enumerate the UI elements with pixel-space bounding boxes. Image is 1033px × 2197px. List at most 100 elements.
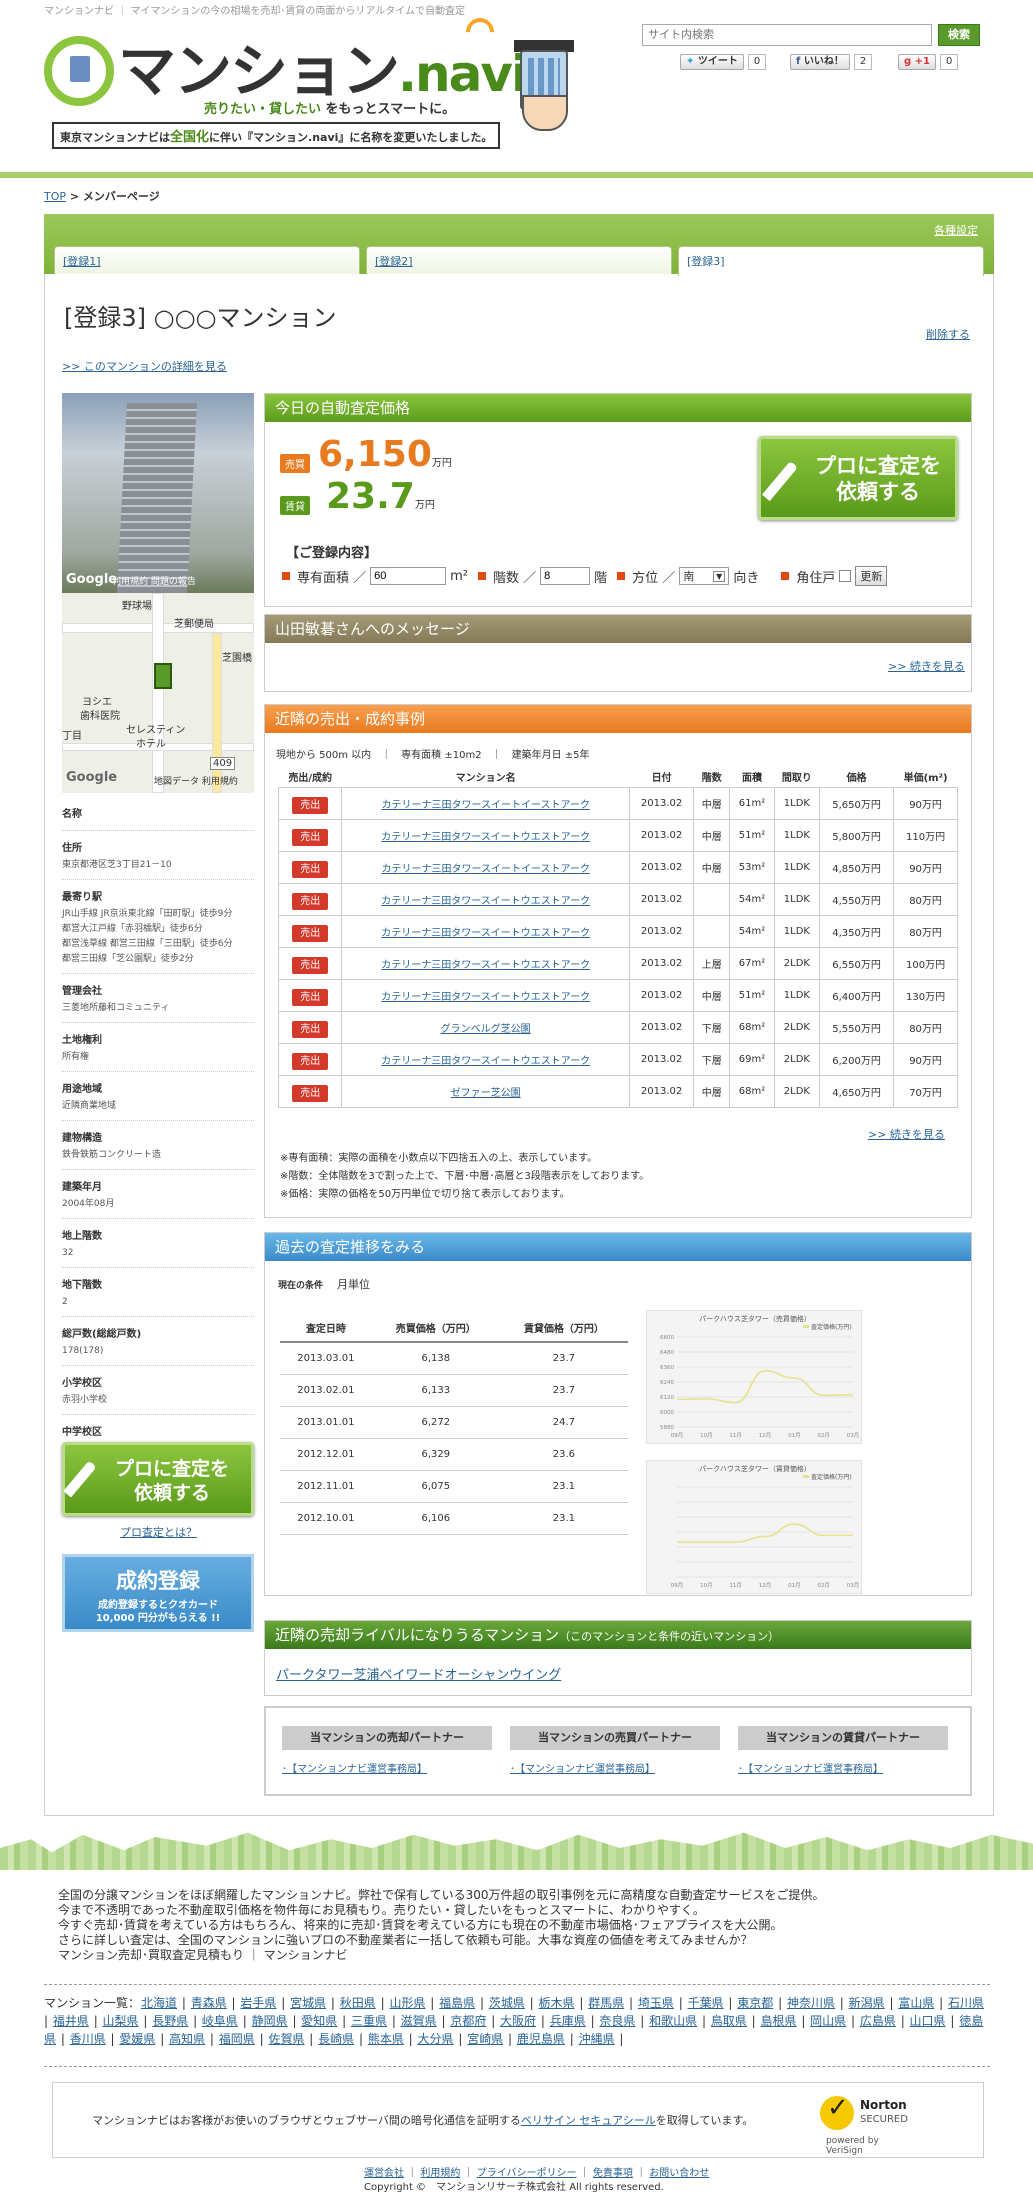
request-pro-appraisal-button[interactable]: プロに査定を 依頼する bbox=[758, 436, 958, 520]
prefecture-link[interactable]: 島根県 bbox=[760, 2014, 796, 2028]
settings-link[interactable]: 各種設定 bbox=[934, 222, 978, 238]
table-row: 売出 グランベルグ芝公園 2013.02 下層 68m² 2LDK 5,550万円 80万円 bbox=[277, 1011, 958, 1044]
prefecture-link[interactable]: 香川県 bbox=[70, 2032, 106, 2046]
prefecture-link[interactable]: 富山県 bbox=[898, 1996, 934, 2010]
partner-link-rent[interactable]: ･【マンションナビ運営事務局】 bbox=[738, 1760, 883, 1775]
prefecture-link[interactable]: 山梨県 bbox=[103, 2014, 139, 2028]
map-label: 歯科医院 bbox=[80, 711, 120, 722]
breadcrumb-top-link[interactable]: TOP bbox=[44, 190, 66, 203]
status-badge: 売出 bbox=[292, 925, 329, 942]
property-link[interactable]: カテリーナ三田タワースイートウエストアーク bbox=[381, 960, 590, 971]
tab-label[interactable]: [登録1] bbox=[63, 255, 101, 268]
tab-registration-2[interactable]: [登録2] bbox=[366, 246, 672, 274]
table-cell: 6,133 bbox=[371, 1374, 500, 1407]
nearby-more-link[interactable]: >> 続きを見る bbox=[868, 1126, 945, 1142]
property-link[interactable]: カテリーナ三田タワースイートウエストアーク bbox=[381, 832, 590, 843]
direction-select[interactable]: 南 ▼ bbox=[679, 567, 730, 585]
prefecture-link[interactable]: 宮城県 bbox=[290, 1996, 326, 2010]
search-input[interactable] bbox=[642, 24, 932, 46]
prefecture-link[interactable]: 兵庫県 bbox=[550, 2014, 586, 2028]
prefecture-link[interactable]: 愛媛県 bbox=[119, 2032, 155, 2046]
prefecture-link[interactable]: 石川県 bbox=[948, 1996, 984, 2010]
gplus-button[interactable]: g +1 bbox=[898, 54, 936, 70]
message-more-link[interactable]: >> 続きを見る bbox=[888, 658, 965, 674]
prefecture-link[interactable]: 福島県 bbox=[439, 1996, 475, 2010]
prefecture-link[interactable]: 新潟県 bbox=[849, 1996, 885, 2010]
tweet-button[interactable]: ✦ ツイート bbox=[680, 54, 744, 70]
update-button[interactable]: 更新 bbox=[855, 566, 888, 586]
prefecture-link[interactable]: 広島県 bbox=[860, 2014, 896, 2028]
prefecture-link[interactable]: 岩手県 bbox=[240, 1996, 276, 2010]
prefecture-link[interactable]: 茨城県 bbox=[489, 1996, 525, 2010]
property-link[interactable]: カテリーナ三田タワースイートウエストアーク bbox=[381, 928, 590, 939]
prefecture-link[interactable]: 三重県 bbox=[351, 2014, 387, 2028]
prefecture-link[interactable]: 福井県 bbox=[53, 2014, 89, 2028]
tab-label: [登録3] bbox=[687, 255, 725, 268]
building-photo[interactable]: Google 利用規約 問題の報告 bbox=[62, 393, 254, 593]
floor-input[interactable] bbox=[540, 567, 591, 585]
property-link[interactable]: ゼファー芝公園 bbox=[451, 1088, 521, 1099]
prefecture-link[interactable]: 福岡県 bbox=[219, 2032, 255, 2046]
norton-seal[interactable]: Norton SECURED powered by VeriSign bbox=[818, 2093, 918, 2156]
prefecture-link[interactable]: 岐阜県 bbox=[202, 2014, 238, 2028]
prefecture-link[interactable]: 岡山県 bbox=[810, 2014, 846, 2028]
prefecture-link[interactable]: 千葉県 bbox=[688, 1996, 724, 2010]
property-link[interactable]: グランベルグ芝公園 bbox=[441, 1024, 531, 1035]
prefecture-link[interactable]: 埼玉県 bbox=[638, 1996, 674, 2010]
prefecture-link[interactable]: 高知県 bbox=[169, 2032, 205, 2046]
prefecture-link[interactable]: 北海道 bbox=[141, 1996, 177, 2010]
prefecture-link[interactable]: 京都府 bbox=[450, 2014, 486, 2028]
prefecture-link[interactable]: 沖縄県 bbox=[579, 2032, 615, 2046]
partner-link-buy[interactable]: ･【マンションナビ運営事務局】 bbox=[510, 1760, 655, 1775]
like-button[interactable]: f いいね！ bbox=[790, 54, 850, 70]
prefecture-link[interactable]: 鳥取県 bbox=[711, 2014, 747, 2028]
location-map[interactable]: 野球場 芝郵便局 芝園橋 ヨシエ 歯科医院 セレスティン ホテル 409 丁目 … bbox=[62, 593, 254, 793]
property-link[interactable]: カテリーナ三田タワースイートイーストアーク bbox=[381, 800, 589, 811]
site-logo[interactable]: マンション.navi 売りたい・貸したい をもっとスマートに。 bbox=[44, 12, 574, 128]
prefecture-link[interactable]: 和歌山県 bbox=[649, 2014, 697, 2028]
tab-registration-1[interactable]: [登録1] bbox=[54, 246, 360, 274]
prefecture-link[interactable]: 佐賀県 bbox=[268, 2032, 304, 2046]
corner-checkbox[interactable] bbox=[839, 570, 852, 582]
building-marker-icon[interactable] bbox=[154, 663, 172, 689]
prefecture-link[interactable]: 青森県 bbox=[191, 1996, 227, 2010]
tab-label[interactable]: [登録2] bbox=[375, 255, 413, 268]
prefecture-link[interactable]: 滋賀県 bbox=[401, 2014, 437, 2028]
prefecture-link[interactable]: 秋田県 bbox=[340, 1996, 376, 2010]
verisign-link[interactable]: ベリサイン セキュアシール bbox=[521, 2114, 656, 2127]
prefecture-link[interactable]: 鹿児島県 bbox=[517, 2032, 565, 2046]
photo-links[interactable]: 利用規約 問題の報告 bbox=[112, 574, 196, 587]
prefecture-link[interactable]: 長野県 bbox=[152, 2014, 188, 2028]
prefecture-link[interactable]: 宮崎県 bbox=[467, 2032, 503, 2046]
prefecture-link[interactable]: 栃木県 bbox=[539, 1996, 575, 2010]
prefecture-link[interactable]: 愛知県 bbox=[301, 2014, 337, 2028]
prefecture-link[interactable]: 群馬県 bbox=[588, 1996, 624, 2010]
area-label: 専有面積 ／ bbox=[297, 570, 367, 586]
prefecture-link[interactable]: 山形県 bbox=[389, 1996, 425, 2010]
pro-appraisal-about-link[interactable]: プロ査定とは？ bbox=[120, 1524, 197, 1540]
contract-registration-banner[interactable]: 成約登録 成約登録するとクオカード 10,000 円分がもらえる !! bbox=[62, 1554, 254, 1632]
prefecture-link[interactable]: 熊本県 bbox=[368, 2032, 404, 2046]
property-link[interactable]: カテリーナ三田タワースイートウエストアーク bbox=[381, 1056, 590, 1067]
prefecture-link[interactable]: 奈良県 bbox=[599, 2014, 635, 2028]
property-link[interactable]: カテリーナ三田タワースイートイーストアーク bbox=[381, 864, 589, 875]
table-row: 2012.11.01 6,075 23.1 bbox=[280, 1470, 628, 1503]
rival-property-link[interactable]: パークタワー芝浦ベイワードオーシャンウイング bbox=[276, 1664, 561, 1683]
partner-link-sale[interactable]: ･【マンションナビ運営事務局】 bbox=[282, 1760, 427, 1775]
prefecture-link[interactable]: 大分県 bbox=[418, 2032, 454, 2046]
property-details-link[interactable]: >> このマンションの詳細を見る bbox=[62, 358, 227, 374]
map-data-links[interactable]: 地図データ 利用規約 bbox=[154, 774, 238, 787]
tab-registration-3[interactable]: [登録3] bbox=[678, 246, 984, 276]
area-input[interactable] bbox=[370, 567, 447, 585]
delete-link[interactable]: 削除する bbox=[926, 326, 970, 342]
property-link[interactable]: カテリーナ三田タワースイートウエストアーク bbox=[381, 896, 590, 907]
prefecture-link[interactable]: 大阪府 bbox=[500, 2014, 536, 2028]
request-pro-appraisal-button[interactable]: プロに査定を 依頼する bbox=[62, 1442, 254, 1516]
prefecture-link[interactable]: 東京都 bbox=[737, 1996, 773, 2010]
prefecture-link[interactable]: 山口県 bbox=[910, 2014, 946, 2028]
search-button[interactable]: 検索 bbox=[938, 24, 980, 46]
prefecture-link[interactable]: 静岡県 bbox=[252, 2014, 288, 2028]
prefecture-link[interactable]: 神奈川県 bbox=[787, 1996, 835, 2010]
prefecture-link[interactable]: 長崎県 bbox=[318, 2032, 354, 2046]
property-link[interactable]: カテリーナ三田タワースイートウエストアーク bbox=[381, 992, 590, 1003]
